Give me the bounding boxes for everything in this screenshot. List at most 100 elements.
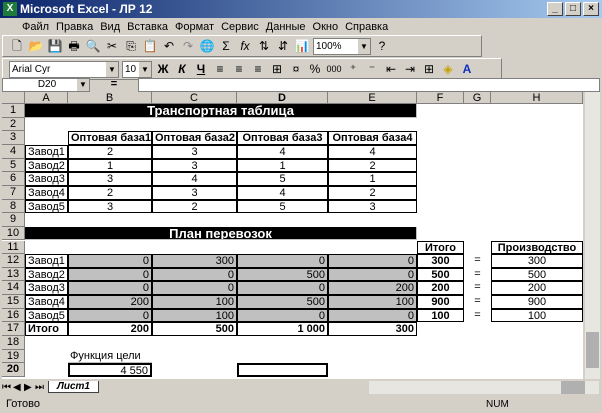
autosum-button[interactable]: Σ [218, 38, 234, 54]
sort-asc-icon[interactable]: ⇅ [256, 38, 272, 54]
underline-button[interactable]: Ч [193, 61, 209, 77]
spreadsheet-grid[interactable]: A B C D E F G H 1 2 3 4 5 6 7 8 9 10 11 12 13 14 15 16 17 18 19 20 Т… [2, 92, 583, 379]
row-header-3[interactable]: 3 [2, 131, 25, 145]
open-icon[interactable]: 📂 [28, 38, 44, 54]
undo-icon[interactable]: ↶ [161, 38, 177, 54]
menu-item-2[interactable]: Вид [100, 21, 120, 33]
col-header-A[interactable]: A [25, 92, 68, 104]
col-header-G[interactable]: G [464, 92, 491, 104]
cost-cell: 2 [328, 185, 417, 200]
scroll-thumb[interactable] [586, 332, 599, 368]
decrease-decimal-icon[interactable]: ⁻ [364, 61, 380, 77]
tab-next-icon[interactable]: ▶ [24, 382, 35, 393]
italic-button[interactable]: К [174, 61, 190, 77]
font-color-icon[interactable]: A [459, 61, 475, 77]
web-icon[interactable]: 🌐 [199, 38, 215, 54]
formula-input[interactable] [138, 78, 600, 92]
align-left-icon[interactable]: ≡ [212, 61, 228, 77]
row-total[interactable]: 200 [417, 281, 464, 296]
row-header-19[interactable]: 19 [2, 349, 25, 364]
col-header-C[interactable]: C [152, 92, 237, 104]
row-header-11[interactable]: 11 [2, 240, 25, 255]
row-header-2[interactable]: 2 [2, 117, 25, 132]
menu-item-1[interactable]: Правка [56, 21, 93, 33]
sheet-tab-list1[interactable]: Лист1 [48, 381, 99, 393]
name-box[interactable]: D20 ▼ [2, 78, 90, 92]
print-icon[interactable]: 🖶 [66, 38, 82, 54]
menu-item-0[interactable]: Файл [22, 21, 49, 33]
fill-color-icon[interactable]: ◈ [440, 61, 456, 77]
zoom-select[interactable]: 100% ▼ [313, 37, 371, 55]
plan-cell: 0 [68, 254, 152, 268]
increase-decimal-icon[interactable]: ⁺ [345, 61, 361, 77]
tab-first-icon[interactable]: ⏮ [2, 382, 13, 393]
menu-item-3[interactable]: Вставка [127, 21, 168, 33]
menu-item-5[interactable]: Сервис [221, 21, 259, 33]
cost-cell: 3 [68, 199, 152, 214]
help-icon[interactable]: ? [374, 38, 390, 54]
thousands-button[interactable]: 000 [326, 61, 342, 77]
row-header-1[interactable]: 1 [2, 104, 25, 118]
sort-desc-icon[interactable]: ⇵ [275, 38, 291, 54]
row-header-9[interactable]: 9 [2, 213, 25, 227]
row-total[interactable]: 500 [417, 267, 464, 282]
percent-button[interactable]: % [307, 61, 323, 77]
row-header-14[interactable]: 14 [2, 281, 25, 296]
row-header-20[interactable]: 20 [2, 363, 25, 377]
currency-icon[interactable]: ¤ [288, 61, 304, 77]
row-header-8[interactable]: 8 [2, 199, 25, 214]
chart-icon[interactable]: 📊 [294, 38, 310, 54]
row-header-5[interactable]: 5 [2, 158, 25, 173]
outdent-icon[interactable]: ⇤ [383, 61, 399, 77]
horizontal-scrollbar[interactable] [369, 380, 599, 394]
row-total[interactable]: 300 [417, 254, 464, 268]
vertical-scrollbar[interactable] [585, 92, 600, 379]
align-right-icon[interactable]: ≡ [250, 61, 266, 77]
hscroll-thumb[interactable] [561, 380, 585, 394]
redo-icon[interactable]: ↷ [180, 38, 196, 54]
row-header-15[interactable]: 15 [2, 295, 25, 309]
indent-icon[interactable]: ⇥ [402, 61, 418, 77]
tab-last-icon[interactable]: ⏭ [35, 382, 48, 393]
row-header-4[interactable]: 4 [2, 144, 25, 159]
row-header-16[interactable]: 16 [2, 308, 25, 323]
function-button[interactable]: fx [237, 38, 253, 54]
font-select[interactable]: Arial Cyr ▼ [9, 60, 119, 78]
row-header-7[interactable]: 7 [2, 185, 25, 200]
menu-item-8[interactable]: Справка [345, 21, 388, 33]
row-header-6[interactable]: 6 [2, 172, 25, 186]
new-icon[interactable]: 🗋 [9, 38, 25, 54]
row-header-17[interactable]: 17 [2, 322, 25, 337]
maximize-button[interactable]: □ [565, 2, 581, 16]
copy-icon[interactable]: ⎘ [123, 38, 139, 54]
menu-item-7[interactable]: Окно [313, 21, 339, 33]
row-header-10[interactable]: 10 [2, 226, 25, 241]
selected-cell-d20 [237, 363, 328, 377]
minimize-button[interactable]: _ [547, 2, 563, 16]
bold-button[interactable]: Ж [155, 61, 171, 77]
col-header-H[interactable]: H [491, 92, 583, 104]
merge-icon[interactable]: ⊞ [269, 61, 285, 77]
borders-icon[interactable]: ⊞ [421, 61, 437, 77]
production-value: 500 [491, 267, 583, 282]
formula-equals: = [110, 78, 118, 90]
cut-icon[interactable]: ✂ [104, 38, 120, 54]
paste-icon[interactable]: 📋 [142, 38, 158, 54]
col-header-F[interactable]: F [417, 92, 464, 104]
row-total[interactable]: 900 [417, 295, 464, 309]
menu-item-4[interactable]: Формат [175, 21, 214, 33]
tab-prev-icon[interactable]: ◀ [13, 382, 24, 393]
row-header-12[interactable]: 12 [2, 254, 25, 268]
close-button[interactable]: × [583, 2, 599, 16]
menu-item-6[interactable]: Данные [266, 21, 306, 33]
row-total[interactable]: 100 [417, 308, 464, 323]
row-header-13[interactable]: 13 [2, 267, 25, 282]
preview-icon[interactable]: 🔍 [85, 38, 101, 54]
save-icon[interactable]: 💾 [47, 38, 63, 54]
align-center-icon[interactable]: ≡ [231, 61, 247, 77]
row-header-18[interactable]: 18 [2, 336, 25, 350]
col-header-E[interactable]: E [328, 92, 417, 104]
col-header-B[interactable]: B [68, 92, 152, 104]
col-header-D[interactable]: D [237, 92, 328, 104]
size-select[interactable]: 10 ▼ [122, 60, 152, 78]
